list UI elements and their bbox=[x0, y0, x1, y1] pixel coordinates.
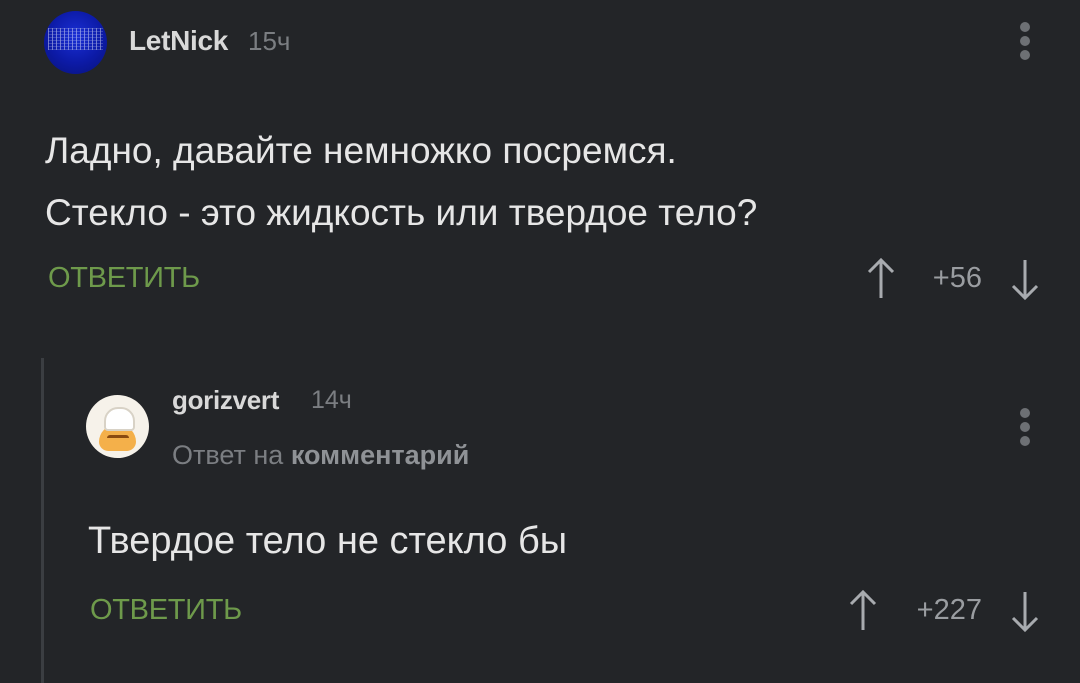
comment-text-line: Твердое тело не стекло бы bbox=[88, 520, 568, 562]
chef-hat-icon bbox=[104, 407, 135, 431]
more-vertical-icon[interactable] bbox=[1013, 404, 1037, 452]
menu-dot bbox=[1020, 436, 1030, 446]
comment-text: Твердое тело не стекло бы bbox=[88, 510, 567, 572]
arrow-down-icon[interactable] bbox=[1008, 256, 1042, 302]
comment-author[interactable]: gorizvert bbox=[172, 385, 279, 416]
comment-text: Ладно, давайте немножко посремся. Стекло… bbox=[45, 120, 757, 244]
avatar-eyes bbox=[107, 435, 129, 442]
comment-text-line: Ладно, давайте немножко посремся. bbox=[45, 130, 677, 171]
vote-score: +56 bbox=[932, 262, 982, 294]
more-vertical-icon[interactable] bbox=[1013, 18, 1037, 66]
comment-author[interactable]: LetNick bbox=[129, 25, 228, 57]
menu-dot bbox=[1020, 422, 1030, 432]
reply-button[interactable]: ОТВЕТИТЬ bbox=[90, 594, 242, 627]
arrow-up-icon[interactable] bbox=[846, 588, 880, 634]
menu-dot bbox=[1020, 22, 1030, 32]
comment: LetNick 15ч Ладно, давайте немножко поср… bbox=[0, 0, 1080, 330]
avatar-pattern bbox=[48, 28, 103, 50]
comment-time: 14ч bbox=[311, 386, 352, 414]
menu-dot bbox=[1020, 36, 1030, 46]
arrow-down-icon[interactable] bbox=[1008, 588, 1042, 634]
menu-dot bbox=[1020, 50, 1030, 60]
comment-text-line: Стекло - это жидкость или твердое тело? bbox=[45, 192, 758, 233]
vote-score: +227 bbox=[916, 594, 982, 626]
reply-to-link[interactable]: комментарий bbox=[291, 440, 470, 470]
user-avatar[interactable] bbox=[86, 395, 149, 458]
menu-dot bbox=[1020, 408, 1030, 418]
comment-reply: gorizvert 14ч Ответ на комментарий Тверд… bbox=[0, 355, 1080, 683]
reply-button[interactable]: ОТВЕТИТЬ bbox=[48, 262, 200, 295]
user-avatar[interactable] bbox=[44, 11, 107, 74]
reply-to-prefix: Ответ на bbox=[172, 440, 284, 470]
reply-to-info: Ответ на комментарий bbox=[172, 440, 469, 471]
arrow-up-icon[interactable] bbox=[864, 256, 898, 302]
comment-time: 15ч bbox=[248, 26, 291, 56]
